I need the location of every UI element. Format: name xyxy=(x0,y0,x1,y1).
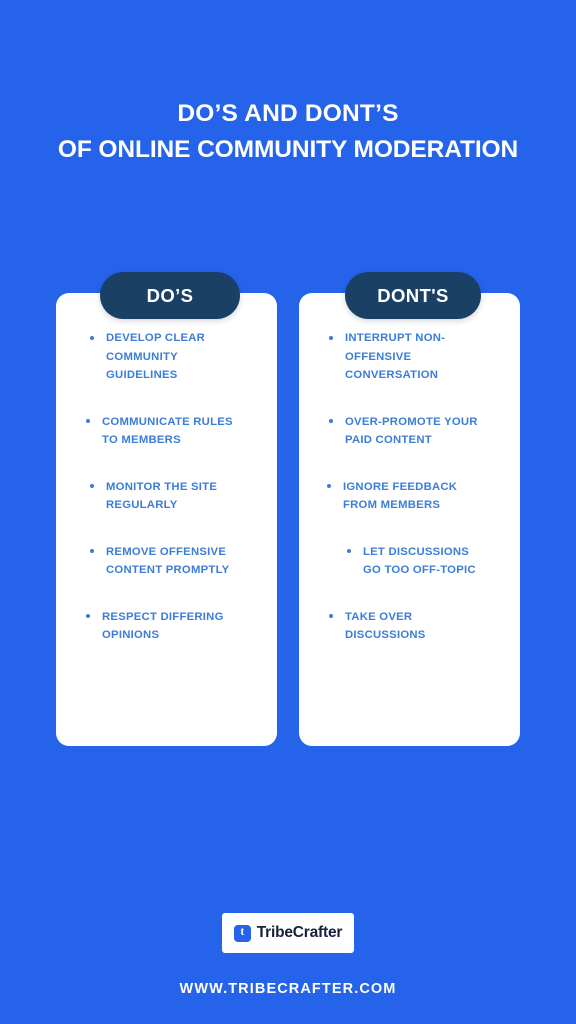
list-item: IGNORE FEEDBACK FROM MEMBERS xyxy=(327,478,520,515)
list-item: TAKE OVER DISCUSSIONS xyxy=(329,608,520,645)
list-item-label: INTERRUPT NON- OFFENSIVE CONVERSATION xyxy=(345,332,446,381)
infographic-poster: DO’S AND DONT’S OF ONLINE COMMUNITY MODE… xyxy=(0,0,576,1024)
bullet-icon xyxy=(90,549,94,553)
brand-wordmark: TribeCrafter xyxy=(256,924,343,941)
list-item-label: LET DISCUSSIONS GO TOO OFF-TOPIC xyxy=(363,545,476,577)
list-item-label: OVER-PROMOTE YOUR PAID CONTENT xyxy=(345,415,478,447)
bullet-icon xyxy=(90,484,94,488)
bullet-icon xyxy=(86,614,90,618)
list-item-label: MONITOR THE SITE REGULARLY xyxy=(106,480,218,512)
list-item-label: DEVELOP CLEAR COMMUNITY GUIDELINES xyxy=(106,332,206,381)
bullet-icon xyxy=(327,484,331,488)
brand-logo-badge: t TribeCrafter xyxy=(222,913,354,953)
dos-heading-label: DO’S xyxy=(146,284,194,306)
page-title: DO’S AND DONT’S OF ONLINE COMMUNITY MODE… xyxy=(0,96,576,168)
list-item: OVER-PROMOTE YOUR PAID CONTENT xyxy=(329,413,520,450)
list-item-label: RESPECT DIFFERING OPINIONS xyxy=(102,610,224,642)
page-title-line-1: DO’S AND DONT’S xyxy=(177,100,399,127)
list-item-label: IGNORE FEEDBACK FROM MEMBERS xyxy=(343,480,458,512)
donts-heading-pill: DONT'S xyxy=(345,272,481,319)
dos-heading-pill: DO’S xyxy=(100,272,240,319)
dos-list: DEVELOP CLEAR COMMUNITY GUIDELINES COMMU… xyxy=(56,329,277,645)
list-item: RESPECT DIFFERING OPINIONS xyxy=(86,608,277,645)
list-item-label: COMMUNICATE RULES TO MEMBERS xyxy=(102,415,233,447)
bullet-icon xyxy=(90,335,94,340)
bullet-icon xyxy=(347,549,351,553)
list-item: MONITOR THE SITE REGULARLY xyxy=(90,478,277,515)
site-url: WWW.TRIBECRAFTER.COM xyxy=(179,981,397,997)
bullet-icon xyxy=(329,419,333,423)
bullet-icon xyxy=(329,614,333,618)
list-item: COMMUNICATE RULES TO MEMBERS xyxy=(86,413,277,450)
list-item: REMOVE OFFENSIVE CONTENT PROMPTLY xyxy=(90,543,277,580)
donts-heading-label: DONT'S xyxy=(377,284,449,306)
dos-column: DO’S DEVELOP CLEAR COMMUNITY GUIDELINES … xyxy=(56,272,277,746)
page-title-line-2: OF ONLINE COMMUNITY MODERATION xyxy=(57,136,519,163)
donts-column: DONT'S INTERRUPT NON- OFFENSIVE CONVERSA… xyxy=(299,272,520,746)
list-item: INTERRUPT NON- OFFENSIVE CONVERSATION xyxy=(329,329,520,385)
list-item: DEVELOP CLEAR COMMUNITY GUIDELINES xyxy=(90,329,277,385)
list-item: LET DISCUSSIONS GO TOO OFF-TOPIC xyxy=(347,543,520,580)
bullet-icon xyxy=(329,335,333,340)
comparison-columns: DO’S DEVELOP CLEAR COMMUNITY GUIDELINES … xyxy=(0,272,576,752)
list-item-label: REMOVE OFFENSIVE CONTENT PROMPTLY xyxy=(106,545,230,577)
bullet-icon xyxy=(86,419,90,423)
donts-list: INTERRUPT NON- OFFENSIVE CONVERSATION OV… xyxy=(299,329,520,645)
list-item-label: TAKE OVER DISCUSSIONS xyxy=(345,610,426,642)
tribecrafter-logo-icon: t xyxy=(233,924,251,942)
